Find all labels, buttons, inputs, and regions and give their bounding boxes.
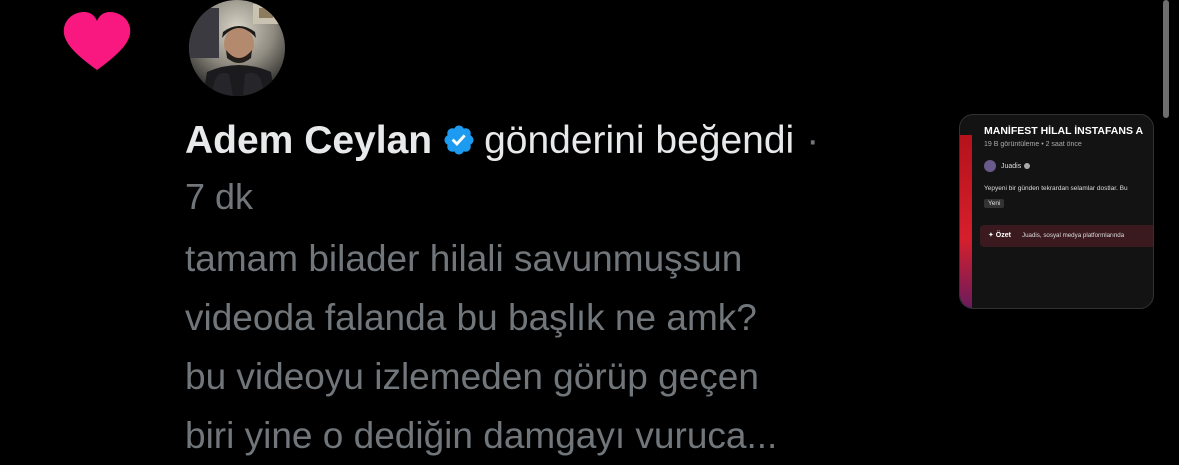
- user-name-link[interactable]: Adem Ceylan: [185, 119, 432, 162]
- tweet-line: biri yine o dediğin damgayı vuruca...: [185, 415, 778, 456]
- thumbnail-summary-box: ✦ Özet Juadis, sosyal medya platformları…: [980, 225, 1153, 247]
- thumbnail-video-meta: 19 B görüntüleme • 2 saat önce: [984, 141, 1082, 148]
- thumbnail-description: Yepyeni bir günden tekrardan selamlar do…: [984, 185, 1128, 192]
- timestamp[interactable]: 7 dk: [185, 172, 253, 222]
- separator-dot: ·: [806, 119, 820, 162]
- scrollbar[interactable]: [1163, 0, 1169, 118]
- action-text: gönderini beğendi: [484, 119, 795, 162]
- thumbnail-channel-row: Juadis: [984, 159, 1031, 173]
- channel-verified-icon: [1024, 163, 1031, 169]
- tweet-line: bu videoyu izlemeden görüp geçen: [185, 356, 759, 397]
- channel-avatar-icon: [984, 160, 996, 172]
- thumbnail-summary-text: Juadis, sosyal medya platformlarında: [1022, 232, 1125, 239]
- thumbnail-video-strip: [960, 135, 972, 308]
- media-thumbnail[interactable]: MANİFEST HİLAL İNSTAFANS A 19 B görüntül…: [959, 114, 1154, 309]
- thumbnail-video-title: MANİFEST HİLAL İNSTAFANS A: [984, 125, 1144, 137]
- avatar-image: [189, 0, 285, 96]
- tweet-line: tamam bilader hilali savunmuşsun: [185, 238, 743, 279]
- avatar[interactable]: [189, 0, 285, 96]
- notification-headline: Adem Ceylan gönderini beğendi ·: [185, 116, 819, 166]
- heart-icon: [63, 12, 131, 70]
- thumbnail-new-badge: Yeni: [984, 199, 1005, 208]
- verified-badge-icon: [444, 125, 474, 155]
- tweet-text-preview[interactable]: tamam bilader hilali savunmuşsun videoda…: [185, 229, 945, 465]
- thumbnail-summary-label: ✦ Özet: [988, 232, 1011, 239]
- thumbnail-channel-name: Juadis: [1001, 162, 1022, 170]
- tweet-line: videoda falanda bu başlık ne amk?: [185, 297, 757, 338]
